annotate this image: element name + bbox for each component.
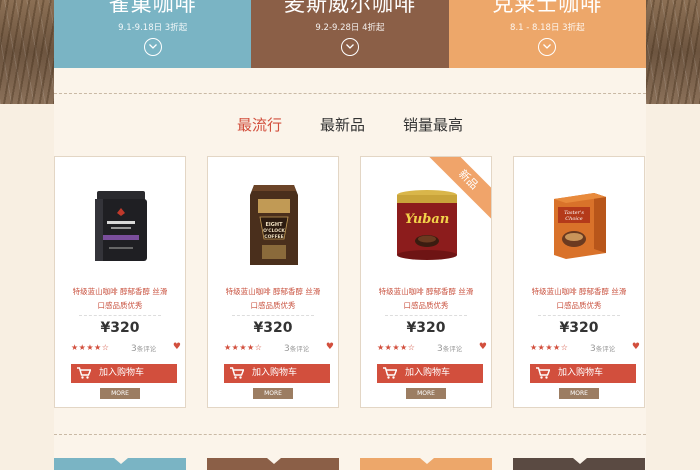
banner-title: 雀巢咖啡 <box>108 0 197 16</box>
wood-background-left <box>0 0 54 104</box>
rating-row: ★★★★☆ 3条评论 ♥ <box>530 342 640 355</box>
tab-newest[interactable]: 最新品 <box>320 114 365 135</box>
divider <box>54 434 646 435</box>
promo-banner-maxwell[interactable]: 麦斯威尔咖啡 9.2-9.28日 4折起 <box>251 0 449 68</box>
add-to-cart-label: 加入购物车 <box>252 368 298 378</box>
banner-title: 克莱士咖啡 <box>492 0 603 16</box>
product-price: ¥320 <box>559 320 599 336</box>
product-card[interactable]: 特级蓝山咖啡 醇郁香醇 丝滑 口感品质优秀 ¥320 ★★★★☆ 3条评论 ♥ … <box>54 156 186 408</box>
cart-icon <box>77 367 91 379</box>
review-unit: 条评论 <box>136 345 157 353</box>
review-unit: 条评论 <box>442 345 463 353</box>
product-price: ¥320 <box>100 320 140 336</box>
heart-icon[interactable]: ♥ <box>632 342 640 352</box>
rating-row: ★★★★☆ 3条评论 ♥ <box>224 342 334 355</box>
heart-icon[interactable]: ♥ <box>173 342 181 352</box>
rating-row: ★★★★☆ 3条评论 ♥ <box>71 342 181 355</box>
category-banner[interactable] <box>207 458 339 470</box>
divider <box>54 93 646 94</box>
tab-bestselling[interactable]: 销量最高 <box>403 114 463 135</box>
review-count[interactable]: 3条评论 <box>284 343 309 354</box>
product-description: 特级蓝山咖啡 醇郁香醇 丝滑 口感品质优秀 <box>63 285 177 313</box>
heart-icon[interactable]: ♥ <box>479 342 487 352</box>
add-to-cart-button[interactable]: 加入购物车 <box>224 364 330 383</box>
page: 雀巢咖啡 9.1-9.18日 3折起 麦斯威尔咖啡 9.2-9.28日 4折起 … <box>54 0 646 470</box>
star-rating: ★★★★☆ <box>71 343 110 352</box>
coffee-tin-image <box>95 191 147 261</box>
chevron-down-icon[interactable] <box>538 38 557 56</box>
add-to-cart-button[interactable]: 加入购物车 <box>530 364 636 383</box>
desc-line-1: 特级蓝山咖啡 醇郁香醇 丝滑 <box>378 287 474 296</box>
review-count[interactable]: 3条评论 <box>590 343 615 354</box>
product-price: ¥320 <box>253 320 293 336</box>
more-button[interactable]: MORE <box>100 388 140 399</box>
promo-banner-nestle[interactable]: 雀巢咖啡 9.1-9.18日 3折起 <box>54 0 252 68</box>
chevron-down-icon[interactable] <box>340 38 359 56</box>
banner-subtitle: 9.2-9.28日 4折起 <box>315 23 385 33</box>
product-description: 特级蓝山咖啡 醇郁香醇 丝滑 口感品质优秀 <box>216 285 330 313</box>
coffee-can-image: Yuban <box>397 190 457 260</box>
svg-text:Choice: Choice <box>565 216 582 222</box>
svg-text:EIGHT: EIGHT <box>266 222 284 228</box>
add-to-cart-label: 加入购物车 <box>558 368 604 378</box>
star-rating: ★★★★☆ <box>530 343 569 352</box>
coffee-box-image: Taster's Choice <box>554 193 606 259</box>
promo-banner-klass[interactable]: 克莱士咖啡 8.1 - 8.18日 3折起 <box>448 0 646 68</box>
desc-line-1: 特级蓝山咖啡 醇郁香醇 丝滑 <box>225 287 321 296</box>
star-rating: ★★★★☆ <box>377 343 416 352</box>
category-banner[interactable] <box>360 458 492 470</box>
product-card[interactable]: 新品 Yuban 特级蓝山咖啡 醇郁香醇 丝滑 口感品质优秀 ¥320 ★★★★… <box>360 156 492 408</box>
cart-icon <box>536 367 550 379</box>
review-unit: 条评论 <box>595 345 616 353</box>
divider <box>538 315 620 316</box>
notch-decoration <box>573 458 587 464</box>
promo-banners: 雀巢咖啡 9.1-9.18日 3折起 麦斯威尔咖啡 9.2-9.28日 4折起 … <box>54 0 646 68</box>
divider <box>385 315 467 316</box>
more-button[interactable]: MORE <box>559 388 599 399</box>
svg-text:O'CLOCK: O'CLOCK <box>263 228 285 234</box>
review-count[interactable]: 3条评论 <box>437 343 462 354</box>
coffee-bag-image: EIGHT O'CLOCK COFFEE <box>250 185 298 265</box>
banner-title: 麦斯威尔咖啡 <box>283 0 416 16</box>
review-count[interactable]: 3条评论 <box>131 343 156 354</box>
desc-line-2: 口感品质优秀 <box>97 301 143 310</box>
cart-icon <box>383 367 397 379</box>
rating-row: ★★★★☆ 3条评论 ♥ <box>377 342 487 355</box>
add-to-cart-button[interactable]: 加入购物车 <box>377 364 483 383</box>
product-price: ¥320 <box>406 320 446 336</box>
product-card[interactable]: Taster's Choice 特级蓝山咖啡 醇郁香醇 丝滑 口感品质优秀 ¥3… <box>513 156 645 408</box>
banner-subtitle: 9.1-9.18日 3折起 <box>118 23 188 33</box>
heart-icon[interactable]: ♥ <box>326 342 334 352</box>
tab-popular[interactable]: 最流行 <box>237 114 282 135</box>
product-card[interactable]: EIGHT O'CLOCK COFFEE 特级蓝山咖啡 醇郁香醇 丝滑 口感品质… <box>207 156 339 408</box>
notch-decoration <box>114 458 128 464</box>
wood-background-right <box>646 0 700 104</box>
product-description: 特级蓝山咖啡 醇郁香醇 丝滑 口感品质优秀 <box>369 285 483 313</box>
product-tabs: 最流行 最新品 销量最高 <box>54 114 646 135</box>
desc-line-1: 特级蓝山咖啡 醇郁香醇 丝滑 <box>531 287 627 296</box>
desc-line-2: 口感品质优秀 <box>403 301 449 310</box>
category-banner[interactable] <box>54 458 186 470</box>
divider <box>79 315 161 316</box>
divider <box>232 315 314 316</box>
chevron-down-icon[interactable] <box>143 38 162 56</box>
add-to-cart-label: 加入购物车 <box>405 368 451 378</box>
product-description: 特级蓝山咖啡 醇郁香醇 丝滑 口感品质优秀 <box>522 285 636 313</box>
desc-line-2: 口感品质优秀 <box>250 301 296 310</box>
svg-text:COFFEE: COFFEE <box>264 234 283 240</box>
cart-icon <box>230 367 244 379</box>
desc-line-2: 口感品质优秀 <box>556 301 602 310</box>
more-button[interactable]: MORE <box>406 388 446 399</box>
review-unit: 条评论 <box>289 345 310 353</box>
svg-text:Yuban: Yuban <box>405 212 450 227</box>
banner-subtitle: 8.1 - 8.18日 3折起 <box>510 23 585 33</box>
add-to-cart-label: 加入购物车 <box>99 368 145 378</box>
notch-decoration <box>420 458 434 464</box>
category-banner[interactable] <box>513 458 645 470</box>
more-button[interactable]: MORE <box>253 388 293 399</box>
add-to-cart-button[interactable]: 加入购物车 <box>71 364 177 383</box>
notch-decoration <box>267 458 281 464</box>
desc-line-1: 特级蓝山咖啡 醇郁香醇 丝滑 <box>72 287 168 296</box>
star-rating: ★★★★☆ <box>224 343 263 352</box>
